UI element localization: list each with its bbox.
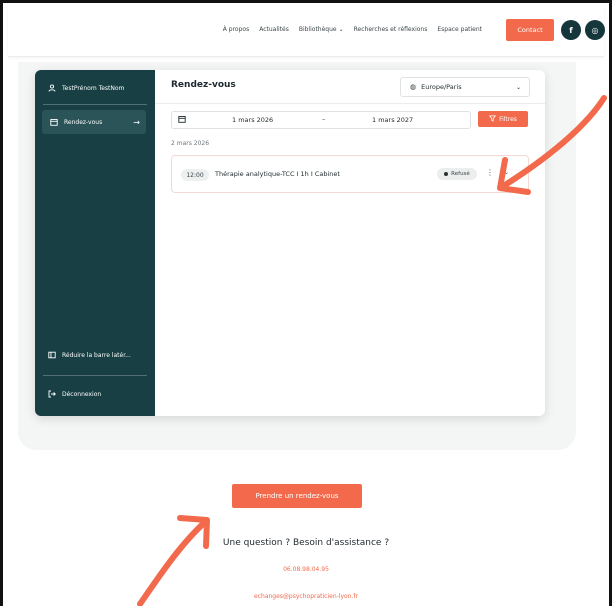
annotation-arrows [137,95,607,606]
annotation-arrow-top [497,95,607,195]
annotation-arrow-bottom [137,515,210,606]
page: À propos Actualités Bibliothèque ⌄ Recher… [0,0,612,606]
